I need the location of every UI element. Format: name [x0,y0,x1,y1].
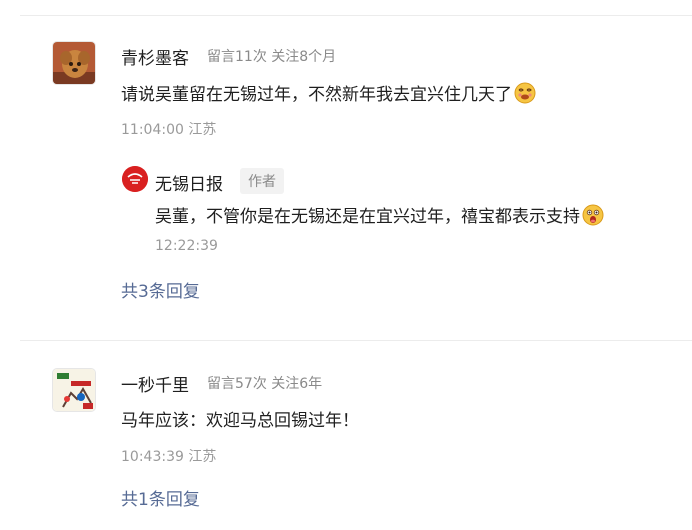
comment-text: 请说吴董留在无锡过年，不然新年我去宜兴住几天了 [121,82,536,111]
avatar[interactable] [52,368,96,412]
comment-list: 青杉墨客 留言11次 关注8个月 请说吴董留在无锡过年，不然新年我去宜兴住几天了… [0,0,692,530]
commenter-nickname[interactable]: 一秒千里 [121,371,189,396]
reply-text: 吴董，不管你是在无锡还是在宜兴过年，禧宝都表示支持 [155,204,604,233]
commenter-stats: 留言11次 关注8个月 [207,49,337,65]
avatar[interactable] [52,41,96,85]
surprised-face-emoji-icon [582,204,604,233]
comment-time: 10:43:39 江苏 [121,449,217,465]
author-badge: 作者 [240,168,284,194]
comment-text: 马年应该：欢迎马总回锡过年！ [121,411,359,431]
reply-time: 12:22:39 [155,238,218,254]
top-divider [20,15,692,16]
comment-time: 11:04:00 江苏 [121,122,217,138]
author-logo-icon[interactable] [122,166,148,192]
expand-replies-link[interactable]: 共3条回复 [121,277,200,302]
commenter-stats: 留言57次 关注6年 [207,376,323,392]
commenter-nickname[interactable]: 青杉墨客 [121,44,189,69]
comment-divider [20,340,692,341]
comment-text-body: 请说吴董留在无锡过年，不然新年我去宜兴住几天了 [121,85,512,105]
expand-replies-link[interactable]: 共1条回复 [121,485,200,510]
reply-text-body: 吴董，不管你是在无锡还是在宜兴过年，禧宝都表示支持 [155,207,580,227]
reply-nickname[interactable]: 无锡日报 [155,170,223,195]
dizzy-face-emoji-icon [514,82,536,111]
